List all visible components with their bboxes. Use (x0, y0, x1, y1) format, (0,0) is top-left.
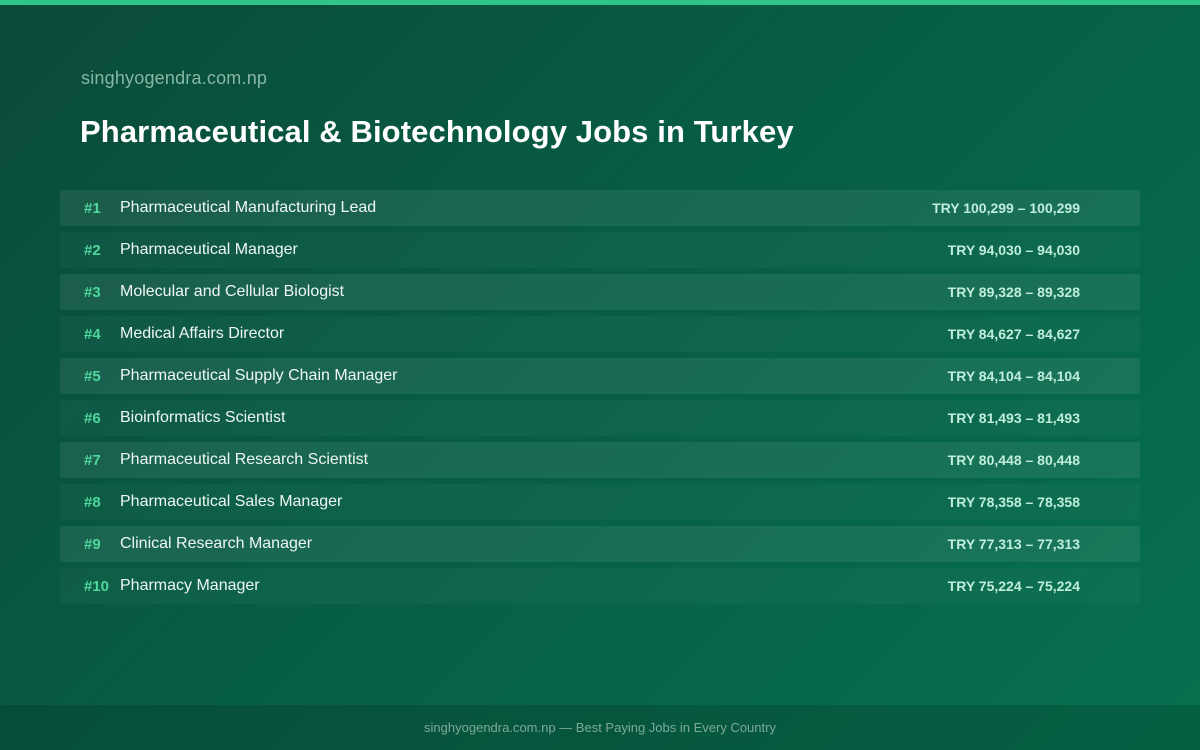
job-row-4: #4 Medical Affairs Director TRY 84,627 –… (60, 316, 1140, 352)
job-row-3: #3 Molecular and Cellular Biologist TRY … (60, 274, 1140, 310)
job-rank: #8 (84, 493, 101, 511)
job-rank: #10 (84, 577, 110, 595)
job-rank: #3 (84, 283, 101, 301)
job-title: Clinical Research Manager (120, 535, 313, 552)
job-rank: #1 (84, 199, 101, 217)
job-salary: TRY 84,627 – 84,627 (947, 326, 1080, 342)
job-row-7: #7 Pharmaceutical Research Scientist TRY… (60, 442, 1140, 478)
job-salary: TRY 80,448 – 80,448 (947, 452, 1080, 468)
job-salary: TRY 81,493 – 81,493 (947, 410, 1080, 426)
job-row-9: #9 Clinical Research Manager TRY 77,313 … (60, 526, 1140, 562)
job-salary: TRY 77,313 – 77,313 (947, 536, 1080, 552)
job-title: Molecular and Cellular Biologist (120, 283, 345, 300)
job-title: Pharmaceutical Manager (120, 241, 298, 258)
job-salary: TRY 84,104 – 84,104 (947, 368, 1080, 384)
job-title: Pharmaceutical Supply Chain Manager (120, 367, 398, 384)
job-rank: #5 (84, 367, 101, 385)
job-salary: TRY 75,224 – 75,224 (947, 578, 1080, 594)
jobs-list: #1 Pharmaceutical Manufacturing Lead TRY… (60, 190, 1140, 610)
job-rank: #4 (84, 325, 101, 343)
job-rank: #7 (84, 451, 101, 469)
footer-text: singhyogendra.com.np — Best Paying Jobs … (424, 720, 776, 735)
top-accent-bar (0, 0, 1200, 5)
job-salary: TRY 94,030 – 94,030 (947, 242, 1080, 258)
job-row-1: #1 Pharmaceutical Manufacturing Lead TRY… (60, 190, 1140, 226)
job-title: Pharmacy Manager (120, 577, 260, 594)
job-salary: TRY 78,358 – 78,358 (947, 494, 1080, 510)
job-rank: #9 (84, 535, 101, 553)
job-salary: TRY 100,299 – 100,299 (932, 200, 1080, 216)
job-row-5: #5 Pharmaceutical Supply Chain Manager T… (60, 358, 1140, 394)
job-row-2: #2 Pharmaceutical Manager TRY 94,030 – 9… (60, 232, 1140, 268)
job-row-10: #10 Pharmacy Manager TRY 75,224 – 75,224 (60, 568, 1140, 604)
job-title: Medical Affairs Director (120, 325, 285, 342)
job-row-8: #8 Pharmaceutical Sales Manager TRY 78,3… (60, 484, 1140, 520)
site-name: singhyogendra.com.np (81, 68, 268, 88)
job-salary: TRY 89,328 – 89,328 (947, 284, 1080, 300)
job-title: Pharmaceutical Manufacturing Lead (120, 199, 377, 216)
job-title: Pharmaceutical Sales Manager (120, 493, 343, 510)
page-title: Pharmaceutical & Biotechnology Jobs in T… (80, 114, 794, 149)
job-title: Pharmaceutical Research Scientist (120, 451, 369, 468)
job-row-6: #6 Bioinformatics Scientist TRY 81,493 –… (60, 400, 1140, 436)
job-rank: #2 (84, 241, 101, 259)
job-title: Bioinformatics Scientist (120, 409, 286, 426)
job-rank: #6 (84, 409, 101, 427)
footer: singhyogendra.com.np — Best Paying Jobs … (0, 705, 1200, 750)
